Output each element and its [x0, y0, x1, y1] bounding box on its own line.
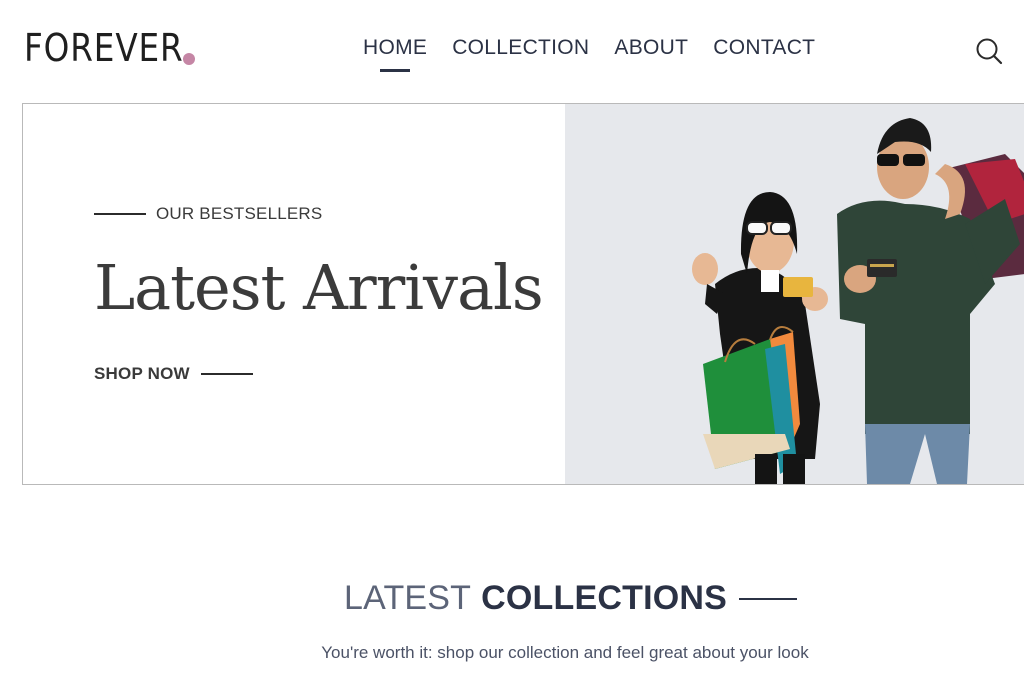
search-icon[interactable] — [975, 37, 1003, 65]
tagline-line — [94, 213, 146, 215]
hero-image — [565, 104, 1024, 484]
nav-item-label: CONTACT — [713, 36, 816, 59]
shop-now-label: SHOP NOW — [94, 364, 190, 383]
hero-tagline: OUR BESTSELLERS — [156, 204, 323, 223]
shopping-couple-illustration — [565, 104, 1024, 484]
hero-title: Latest Arrivals — [94, 251, 544, 324]
navbar: FOREVER HOME COLLECTION ABOUT CONTACT — [0, 0, 1024, 96]
hero-banner: OUR BESTSELLERS Latest Arrivals SHOP NOW — [22, 103, 1024, 485]
title-line — [739, 597, 798, 600]
nav-item-label: COLLECTION — [452, 36, 590, 59]
nav-item-label: HOME — [363, 36, 428, 59]
nav-item-home[interactable]: HOME — [363, 36, 428, 72]
title-light: LATEST — [344, 579, 472, 617]
main-nav: HOME COLLECTION ABOUT CONTACT — [363, 36, 815, 72]
shop-now-line — [200, 373, 253, 375]
brand-logo[interactable]: FOREVER — [24, 26, 184, 70]
nav-item-contact[interactable]: CONTACT — [713, 36, 815, 60]
nav-item-collection[interactable]: COLLECTION — [452, 36, 589, 60]
title-bold: COLLECTIONS — [481, 579, 728, 617]
hero-text-panel: OUR BESTSELLERS Latest Arrivals SHOP NOW — [23, 104, 565, 484]
brand-logo-dot — [183, 53, 195, 65]
hero-tagline-row: OUR BESTSELLERS — [94, 204, 322, 224]
collections-subtitle: You're worth it: shop our collection and… — [321, 643, 809, 662]
shop-now-button[interactable]: SHOP NOW — [94, 364, 253, 384]
nav-item-label: ABOUT — [614, 36, 689, 59]
nav-item-about[interactable]: ABOUT — [614, 36, 688, 60]
active-nav-underline — [380, 69, 410, 72]
latest-collections-title: LATEST COLLECTIONS — [344, 579, 798, 618]
